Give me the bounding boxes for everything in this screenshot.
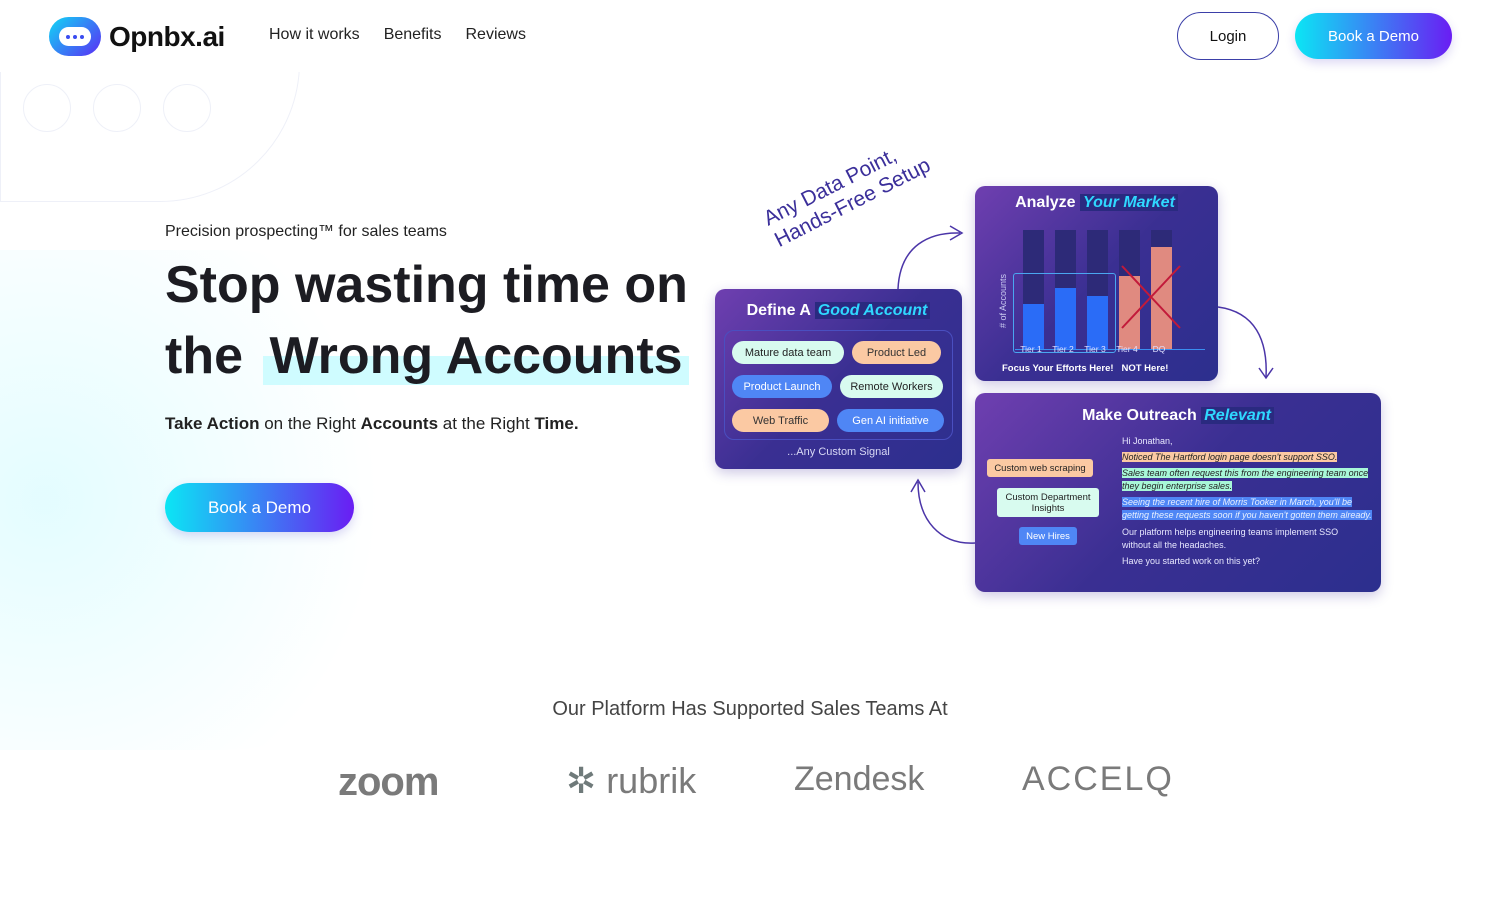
email-preview: Hi Jonathan, Noticed The Hartford login …: [1122, 436, 1372, 566]
focus-label: Focus Your Efforts Here!: [1002, 363, 1114, 374]
not-here-label: NOT Here!: [1121, 363, 1169, 374]
analyze-market-card: Analyze Your Market # of Accounts Tier 1…: [975, 186, 1218, 381]
signal-chip: Remote Workers: [840, 375, 943, 398]
tier-label: Tier 4: [1116, 344, 1138, 354]
source-label: New Hires: [1019, 527, 1077, 545]
source-label: Custom web scraping: [987, 459, 1093, 477]
tier-label: Tier 1: [1020, 344, 1042, 354]
define-account-card: Define A Good Account Mature data team P…: [715, 289, 962, 469]
tier-label: Tier 2: [1052, 344, 1074, 354]
nav-book-demo-button[interactable]: Book a Demo: [1295, 13, 1452, 59]
focus-box: [1013, 273, 1116, 353]
signal-chip: Web Traffic: [732, 409, 829, 432]
zendesk-logo: Zendesk: [794, 760, 925, 798]
y-axis-label: # of Accounts: [998, 273, 1008, 329]
signal-chip: Product Led: [852, 341, 941, 364]
customer-logos: zoom ✲ rubrik Zendesk ACCELQ: [338, 760, 1250, 805]
tier-label: Tier 3: [1084, 344, 1106, 354]
zoom-logo: zoom: [338, 760, 439, 804]
accelq-logo: ACCELQ: [1022, 760, 1174, 798]
tier-label: DQ: [1152, 344, 1166, 354]
trusted-heading: Our Platform Has Supported Sales Teams A…: [552, 698, 948, 720]
rubrik-mark-icon: ✲: [566, 760, 597, 801]
signal-chip: Mature data team: [732, 341, 844, 364]
outreach-card: Make Outreach Relevant Custom web scrapi…: [975, 393, 1381, 592]
cross-out-icon: [1121, 265, 1181, 329]
signal-chip: Gen AI initiative: [837, 409, 944, 432]
rubrik-logo: ✲ rubrik: [566, 760, 697, 801]
custom-signal-footer: ...Any Custom Signal: [787, 446, 890, 458]
signal-chip: Product Launch: [732, 375, 832, 398]
source-label: Custom Department Insights: [997, 488, 1099, 517]
